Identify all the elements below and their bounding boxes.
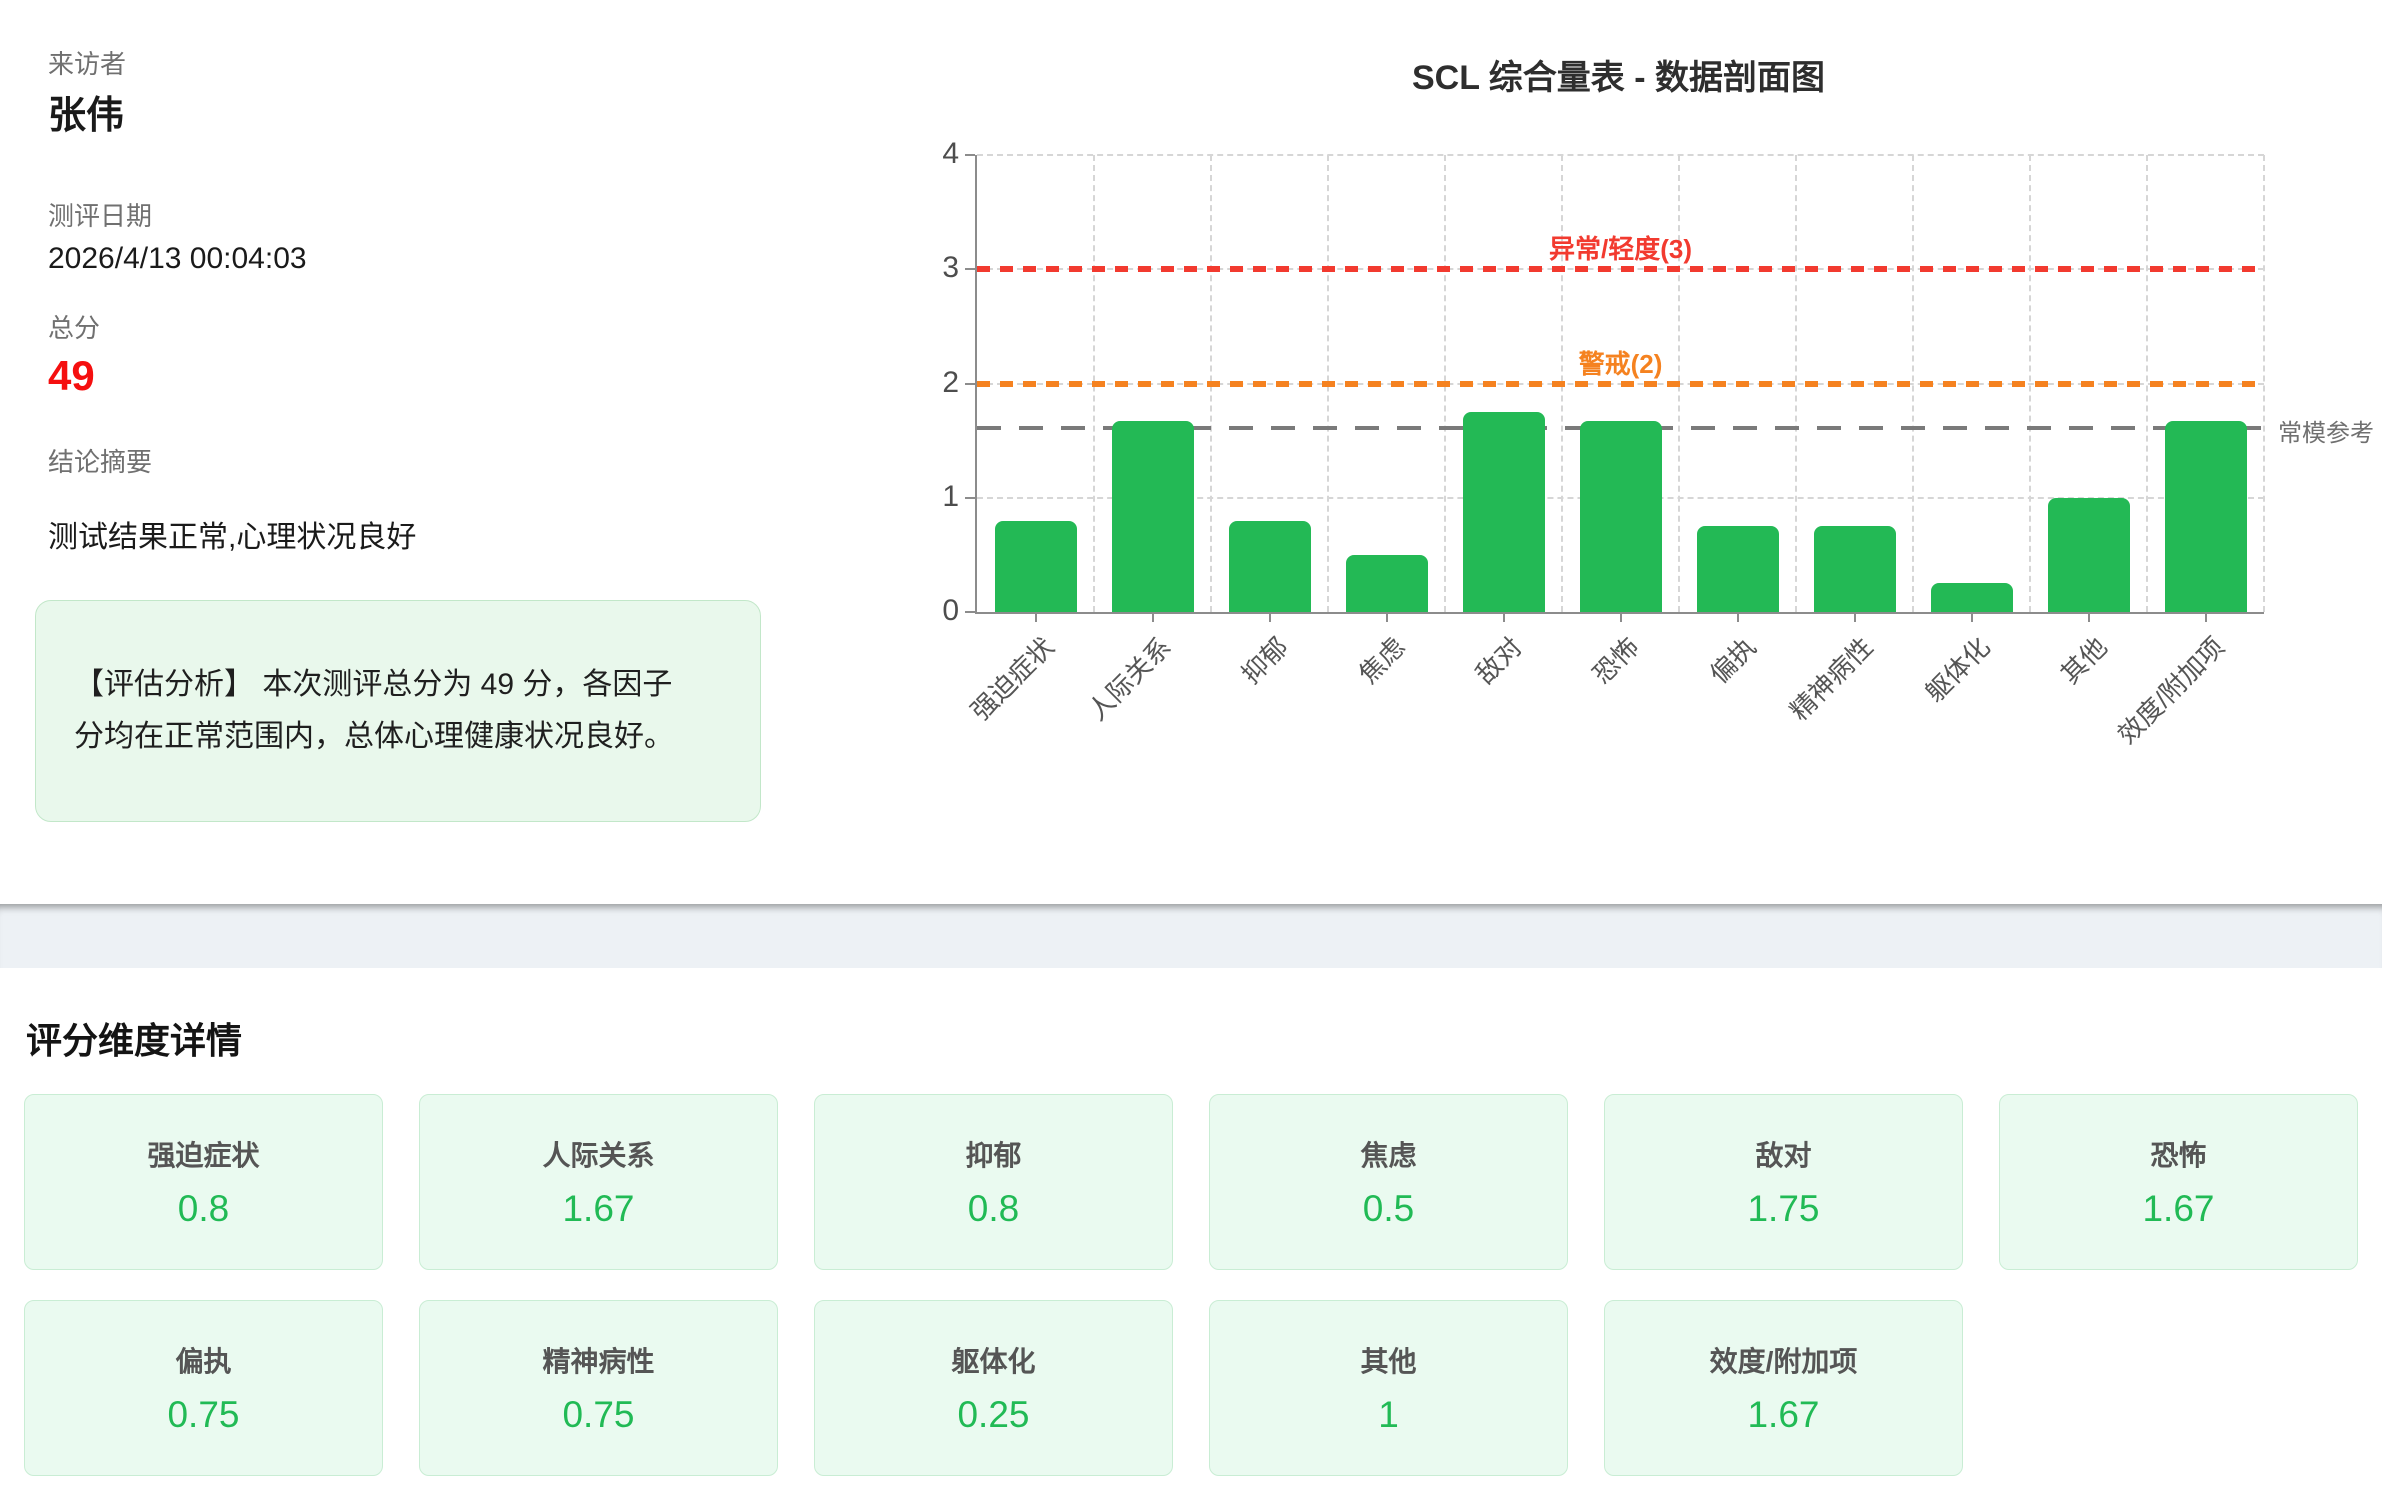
x-axis-tick xyxy=(2088,612,2090,622)
dimension-card-value: 1.67 xyxy=(2142,1188,2214,1230)
dimension-card: 精神病性 0.75 xyxy=(419,1300,778,1476)
dimension-card-label: 其他 xyxy=(1360,1340,1416,1380)
y-axis-tick-label: 2 xyxy=(907,366,959,400)
x-axis-tick xyxy=(1503,612,1505,622)
chart-title: SCL 综合量表 - 数据剖面图 xyxy=(975,50,2262,99)
conclusion-label: 结论摘要 xyxy=(48,442,152,479)
x-axis-label: 人际关系 xyxy=(1079,628,1179,728)
dimension-card-value: 1.67 xyxy=(562,1188,634,1230)
visitor-name: 张伟 xyxy=(48,84,124,139)
dimension-card-value: 0.8 xyxy=(178,1188,229,1230)
reference-line xyxy=(977,381,2264,387)
dimension-card: 恐怖 1.67 xyxy=(1999,1094,2358,1270)
bar-强迫症状[interactable] xyxy=(995,521,1077,612)
reference-line xyxy=(977,266,2264,272)
x-axis-label: 敌对 xyxy=(1467,628,1530,691)
x-axis-tick xyxy=(1620,612,1622,622)
dimension-card: 人际关系 1.67 xyxy=(419,1094,778,1270)
y-axis-tick-label: 0 xyxy=(907,594,959,628)
dimension-card-label: 强迫症状 xyxy=(147,1134,259,1174)
x-axis-tick xyxy=(1152,612,1154,622)
details-heading: 评分维度详情 xyxy=(26,1012,242,1064)
dimension-card-value: 1 xyxy=(1378,1394,1399,1436)
x-axis-tick xyxy=(1386,612,1388,622)
reference-line-label: 警戒(2) xyxy=(977,344,2264,381)
x-axis-label: 焦虑 xyxy=(1350,628,1413,691)
bar-人际关系[interactable] xyxy=(1112,421,1194,612)
dimension-card-value: 1.67 xyxy=(1747,1394,1819,1436)
y-axis-tick xyxy=(965,268,975,270)
y-axis-tick xyxy=(965,154,975,156)
bar-抑郁[interactable] xyxy=(1229,521,1311,612)
dimension-card-label: 效度/附加项 xyxy=(1710,1340,1858,1380)
x-axis-tick xyxy=(2205,612,2207,622)
dimension-card-value: 0.5 xyxy=(1363,1188,1414,1230)
total-score-label: 总分 xyxy=(48,308,100,345)
x-axis-tick xyxy=(1269,612,1271,622)
bar-精神病性[interactable] xyxy=(1814,526,1896,612)
bar-恐怖[interactable] xyxy=(1580,421,1662,612)
dimension-card: 强迫症状 0.8 xyxy=(24,1094,383,1270)
x-axis-label: 躯体化 xyxy=(1916,628,1997,709)
scl-profile-bar-chart: 01234强迫症状人际关系抑郁焦虑敌对恐怖偏执精神病性躯体化其他效度/附加项异常… xyxy=(975,155,2264,614)
y-gridline xyxy=(977,154,2264,156)
x-axis-tick xyxy=(1737,612,1739,622)
x-axis-label: 效度/附加项 xyxy=(2108,628,2231,751)
dimension-card: 躯体化 0.25 xyxy=(814,1300,1173,1476)
y-axis-tick xyxy=(965,611,975,613)
bar-躯体化[interactable] xyxy=(1931,583,2013,612)
dimension-card-label: 敌对 xyxy=(1755,1134,1811,1174)
dimension-card-label: 精神病性 xyxy=(542,1340,654,1380)
dimension-card-value: 0.25 xyxy=(957,1394,1029,1436)
dimension-cards-grid: 强迫症状 0.8 人际关系 1.67 抑郁 0.8 焦虑 0.5 敌对 1.75 恐怖 1.67 偏执 0… xyxy=(24,1094,2358,1476)
dimension-card: 效度/附加项 1.67 xyxy=(1604,1300,1963,1476)
x-axis-label: 恐怖 xyxy=(1584,628,1647,691)
x-axis-tick xyxy=(1035,612,1037,622)
bar-敌对[interactable] xyxy=(1463,412,1545,612)
dimension-card-label: 焦虑 xyxy=(1360,1134,1416,1174)
reference-line-label: 异常/轻度(3) xyxy=(977,229,2264,266)
test-date-label: 测评日期 xyxy=(48,196,152,233)
dimension-card-label: 躯体化 xyxy=(951,1340,1035,1380)
x-axis-label: 精神病性 xyxy=(1781,628,1881,728)
y-axis-tick-label: 3 xyxy=(907,251,959,285)
dimension-card-value: 0.75 xyxy=(167,1394,239,1436)
y-axis-tick xyxy=(965,383,975,385)
x-axis-label: 偏执 xyxy=(1701,628,1764,691)
y-axis-tick-label: 4 xyxy=(907,137,959,171)
dimension-card-label: 人际关系 xyxy=(542,1134,654,1174)
x-axis-label: 抑郁 xyxy=(1233,628,1296,691)
dimension-card-value: 0.8 xyxy=(968,1188,1019,1230)
dimension-card-label: 偏执 xyxy=(175,1340,231,1380)
analysis-box: 【评估分析】 本次测评总分为 49 分，各因子分均在正常范围内，总体心理健康状况… xyxy=(35,600,761,822)
dimension-card: 其他 1 xyxy=(1209,1300,1568,1476)
test-date-value: 2026/4/13 00:04:03 xyxy=(48,242,307,276)
y-axis-tick xyxy=(965,497,975,499)
analysis-text: 【评估分析】 本次测评总分为 49 分，各因子分均在正常范围内，总体心理健康状况… xyxy=(74,659,688,763)
dimension-card-label: 恐怖 xyxy=(2150,1134,2206,1174)
bar-效度/附加项[interactable] xyxy=(2165,421,2247,612)
x-axis-label: 强迫症状 xyxy=(962,628,1062,728)
dimension-card: 抑郁 0.8 xyxy=(814,1094,1173,1270)
conclusion-value: 测试结果正常,心理状况良好 xyxy=(48,512,416,556)
x-axis-label: 其他 xyxy=(2052,628,2115,691)
dimension-card: 焦虑 0.5 xyxy=(1209,1094,1568,1270)
y-axis-tick-label: 1 xyxy=(907,480,959,514)
section-divider xyxy=(0,904,2382,968)
bar-焦虑[interactable] xyxy=(1346,555,1428,612)
dimension-card: 偏执 0.75 xyxy=(24,1300,383,1476)
x-axis-tick xyxy=(1854,612,1856,622)
total-score-value: 49 xyxy=(48,352,95,400)
bar-其他[interactable] xyxy=(2048,498,2130,612)
norm-reference-label: 常模参考 xyxy=(2278,413,2374,448)
dimension-card-label: 抑郁 xyxy=(965,1134,1021,1174)
dimension-card-value: 0.75 xyxy=(562,1394,634,1436)
x-axis-tick xyxy=(1971,612,1973,622)
dimension-card-value: 1.75 xyxy=(1747,1188,1819,1230)
visitor-label: 来访者 xyxy=(48,44,126,81)
bar-偏执[interactable] xyxy=(1697,526,1779,612)
dimension-card: 敌对 1.75 xyxy=(1604,1094,1963,1270)
